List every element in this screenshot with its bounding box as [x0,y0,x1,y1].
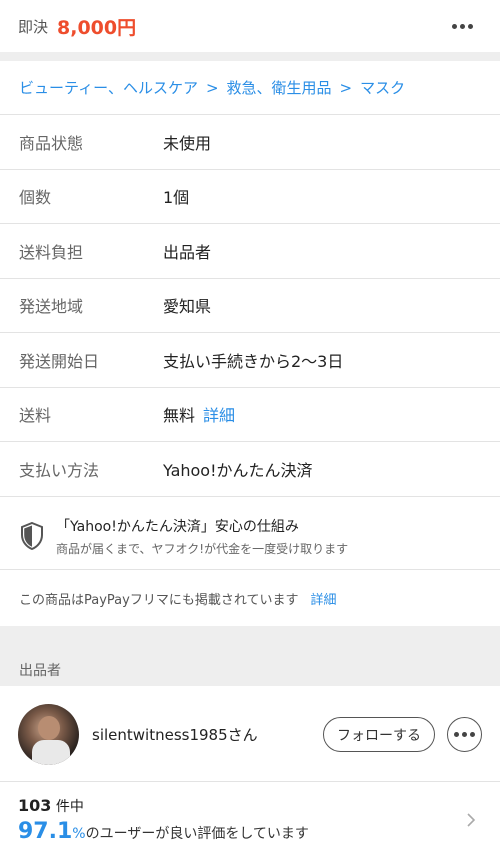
shield-icon [21,522,43,550]
rating-percentage: 97.1%のユーザーが良い評価をしています [18,819,309,844]
detail-value: 無料 [163,406,196,426]
chevron-right-icon [467,813,476,827]
breadcrumb-separator: > [339,78,353,97]
detail-value: 愛知県 [163,297,212,317]
seller-more-button[interactable] [447,717,482,752]
rating-count-suffix: 件中 [55,799,84,815]
secure-payment-banner[interactable]: 「Yahoo!かんたん決済」安心の仕組み 商品が届くまで、ヤフオク!が代金を一度… [0,503,500,570]
seller-card: silentwitness1985さん フォローする [0,686,500,782]
secure-payment-subtitle: 商品が届くまで、ヤフオク!が代金を一度受け取ります [56,541,349,556]
shipping-details-link[interactable]: 詳細 [203,402,235,426]
detail-key: 発送地域 [19,297,84,317]
detail-key: 商品状態 [19,133,84,153]
detail-value: 支払い手続きから2〜3日 [163,351,344,371]
more-horizontal-icon [454,732,459,737]
seller-heading: 出品者 [19,663,61,679]
seller-rating-row[interactable]: 103 件中 97.1%のユーザーが良い評価をしています [0,782,500,859]
breadcrumb: ビューティー、ヘルスケア > 救急、衛生用品 > マスク [0,61,500,115]
detail-row-ship-from: 発送地域 愛知県 [0,279,500,333]
breadcrumb-separator: > [205,78,219,97]
detail-row-ship-start: 発送開始日 支払い手続きから2〜3日 [0,333,500,388]
item-details-table: 商品状態 未使用 個数 1個 送料負担 出品者 発送地域 愛知県 発送開始日 支… [0,115,500,497]
rating-text: のユーザーが良い評価をしています [85,826,309,842]
detail-key: 送料 [19,406,52,426]
buy-now-price: 8,000円 [57,16,137,39]
breadcrumb-link-mask[interactable]: マスク [360,77,405,98]
more-options-button[interactable] [446,15,478,37]
detail-key: 発送開始日 [19,351,100,371]
detail-key: 支払い方法 [19,460,100,480]
top-bar: 即決 8,000円 [0,0,500,52]
seller-name[interactable]: silentwitness1985さん [92,724,258,745]
paypay-details-link[interactable]: 詳細 [310,589,336,608]
buy-now-label: 即決 [18,17,49,36]
detail-row-shipping-fee: 送料 無料 詳細 [0,388,500,442]
more-horizontal-icon [451,23,457,29]
seller-section-header: 出品者 [0,626,500,686]
detail-key: 送料負担 [19,242,84,262]
paypay-notice: この商品はPayPayフリマにも掲載されています 詳細 [0,570,500,626]
paypay-notice-text: この商品はPayPayフリマにも掲載されています [19,592,299,608]
rating-percent-number: 97.1 [18,819,73,844]
detail-key: 個数 [19,188,52,208]
breadcrumb-link-first-aid[interactable]: 救急、衛生用品 [227,77,332,98]
rating-percent-unit: % [72,826,86,842]
detail-row-shipping-payer: 送料負担 出品者 [0,224,500,279]
detail-value: Yahoo!かんたん決済 [163,460,313,480]
seller-avatar[interactable] [18,704,79,765]
detail-row-payment: 支払い方法 Yahoo!かんたん決済 [0,442,500,497]
section-divider [0,52,500,61]
detail-value: 1個 [163,188,190,208]
breadcrumb-link-beauty[interactable]: ビューティー、ヘルスケア [19,77,198,98]
follow-button[interactable]: フォローする [323,717,435,752]
detail-value: 未使用 [163,133,212,153]
rating-count-number: 103 [18,796,52,815]
detail-row-quantity: 個数 1個 [0,170,500,224]
detail-value: 出品者 [163,242,212,262]
detail-row-condition: 商品状態 未使用 [0,115,500,170]
rating-count: 103 件中 [18,796,84,816]
secure-payment-title: 「Yahoo!かんたん決済」安心の仕組み [56,518,299,535]
